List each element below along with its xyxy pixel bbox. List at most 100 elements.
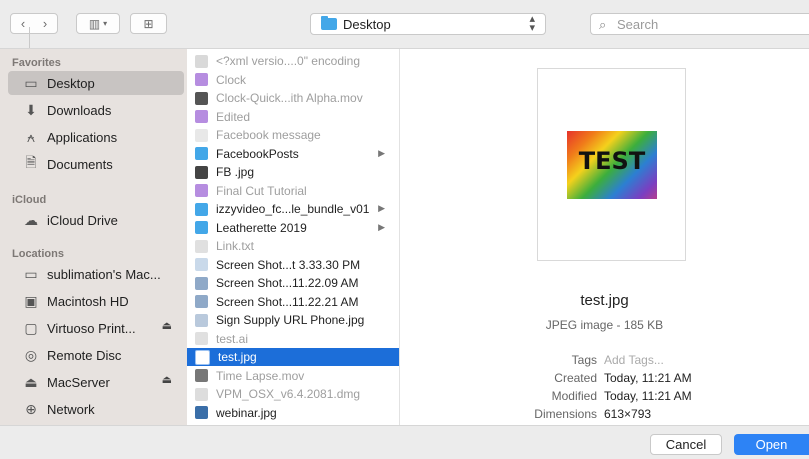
applications-icon: ⍲ [26,128,36,145]
file-row[interactable]: izzyvideo_fc...le_bundle_v01 ▶ [187,200,399,218]
back-button[interactable]: ‹ [12,16,34,31]
sidebar-item-label: sublimation's Mac... [47,266,161,282]
sidebar-item-documents[interactable]: 🗎 Documents [8,152,184,176]
file-name: FB .jpg [216,165,255,179]
sidebar-item-macintosh-hd[interactable]: ▣ Macintosh HD [8,289,184,313]
sidebar-item-label: Downloads [47,102,112,118]
file-row[interactable]: Screen Shot...t 3.33.30 PM [187,256,399,274]
file-name: Final Cut Tutorial [216,183,307,198]
file-row[interactable]: Sign Supply URL Phone.jpg [187,311,399,329]
folder-icon [195,147,208,160]
sidebar-item-label: Virtuoso Print... [47,320,136,336]
sidebar-item-downloads[interactable]: ⬇ Downloads [8,98,184,122]
new-folder-icon: ⊞ [143,16,154,31]
cancel-button[interactable]: Cancel [650,434,722,455]
sidebar-item-label: Documents [47,156,113,172]
forward-button[interactable]: › [34,16,56,31]
favorites-header: Favorites [12,57,61,69]
sidebar-item-label: iCloud Drive [47,212,118,228]
file-row[interactable]: Leatherette 2019 ▶ [187,219,399,237]
file-row[interactable]: Facebook message [187,126,399,144]
eject-icon[interactable]: ⏏ [162,373,172,386]
file-name: <?xml versio....0" encoding [216,54,360,68]
disclosure-arrow-icon: ▶ [378,203,385,213]
chevron-down-icon: ▾ [103,19,108,28]
sidebar-item-label: Macintosh HD [47,293,129,309]
disc-icon: ◎ [24,346,38,363]
meta-key: Modified [551,389,597,403]
file-icon [195,91,208,105]
file-name: Time Lapse.mov [216,368,305,383]
popup-arrows-icon: ▴ ▾ [529,13,535,34]
file-name: Edited [216,109,251,124]
file-row[interactable]: test.jpg [187,348,399,366]
file-name: VPM_OSX_v6.4.2081.dmg [216,387,361,401]
new-folder-button[interactable]: ⊞ [130,13,167,34]
disclosure-arrow-icon: ▶ [378,147,385,158]
sidebar-item-remote-disc[interactable]: ◎ Remote Disc [8,343,184,367]
sidebar-item-virtuoso-print[interactable]: ▢ Virtuoso Print... ⏏ [8,316,184,340]
toolbar: ‹ › ▥ ▾ ⊞ Desktop ▴ ▾ ⌕ Search [0,0,809,49]
file-row[interactable]: webinar.jpg [187,404,399,422]
nav-divider [29,27,30,48]
meta-value: Today, 11:21 AM [604,389,692,403]
sidebar-item-label: Network [47,401,95,417]
eject-icon[interactable]: ⏏ [162,319,172,332]
sidebar-item-sublimation-s-mac[interactable]: ▭ sublimation's Mac... [8,262,184,286]
file-icon [195,165,208,179]
file-row[interactable]: Clock [187,71,399,89]
sidebar-item-label: Remote Disc [47,347,122,363]
meta-key: Tags [571,353,597,367]
open-button[interactable]: Open [734,434,809,455]
location-label: Desktop [343,17,391,32]
search-field[interactable]: ⌕ Search [590,13,809,35]
file-name: Link.txt [216,239,255,253]
locations-header: Locations [12,248,64,260]
file-icon [195,54,208,68]
file-name: Screen Shot...11.22.21 AM [216,294,359,309]
sidebar-item-applications[interactable]: ⍲ Applications [8,125,184,149]
sidebar-item-label: MacServer [47,374,110,390]
file-row[interactable]: Link.txt [187,237,399,255]
meta-key: Dimensions [534,407,597,421]
file-row[interactable]: FacebookPosts ▶ [187,145,399,163]
file-row[interactable]: test.ai [187,330,399,348]
sidebar-item-desktop[interactable]: ▭ Desktop [8,71,184,95]
file-row[interactable]: Clock-Quick...ith Alpha.mov [187,89,399,107]
sidebar-item-macserver[interactable]: ⏏ MacServer ⏏ [8,370,184,394]
file-name: test.jpg [218,350,257,364]
search-icon: ⌕ [599,17,607,32]
file-row[interactable]: <?xml versio....0" encoding [187,52,399,70]
file-row[interactable]: Time Lapse.mov [187,367,399,385]
meta-row: Modified Today, 11:21 AM [400,389,809,405]
file-row[interactable]: Screen Shot...11.22.09 AM [187,274,399,292]
file-row[interactable]: VPM_OSX_v6.4.2081.dmg [187,385,399,403]
preview-filename: test.jpg [580,292,629,309]
file-name: Sign Supply URL Phone.jpg [216,313,365,327]
add-tags-field[interactable]: Add Tags... [604,353,664,367]
computer-icon: ▭ [24,265,38,282]
view-mode-button[interactable]: ▥ ▾ [76,13,120,34]
file-name: Facebook message [216,128,321,142]
file-icon [195,387,208,401]
meta-value: Today, 11:21 AM [604,371,692,385]
file-row[interactable]: Final Cut Tutorial [187,182,399,200]
file-name: Screen Shot...t 3.33.30 PM [216,257,361,272]
sidebar-item-network[interactable]: ⊕ Network [8,397,184,421]
file-icon [195,295,208,308]
file-name: Screen Shot...11.22.09 AM [216,276,359,290]
file-name: test.ai [216,331,249,346]
location-popup[interactable]: Desktop ▴ ▾ [310,13,546,35]
file-icon [195,313,208,327]
sidebar-item-icloud-drive[interactable]: ☁ iCloud Drive [8,208,184,232]
file-name: Clock [216,72,247,87]
file-row[interactable]: Edited [187,108,399,126]
preview-thumbnail: TEST [537,68,686,261]
file-row[interactable]: FB .jpg [187,163,399,181]
cloud-icon: ☁ [24,211,38,228]
file-name: izzyvideo_fc...le_bundle_v01 [216,202,370,216]
file-row[interactable]: Screen Shot...11.22.21 AM [187,293,399,311]
file-icon [195,73,208,86]
file-icon [195,258,208,271]
sidebar-item-label: Applications [47,129,118,145]
